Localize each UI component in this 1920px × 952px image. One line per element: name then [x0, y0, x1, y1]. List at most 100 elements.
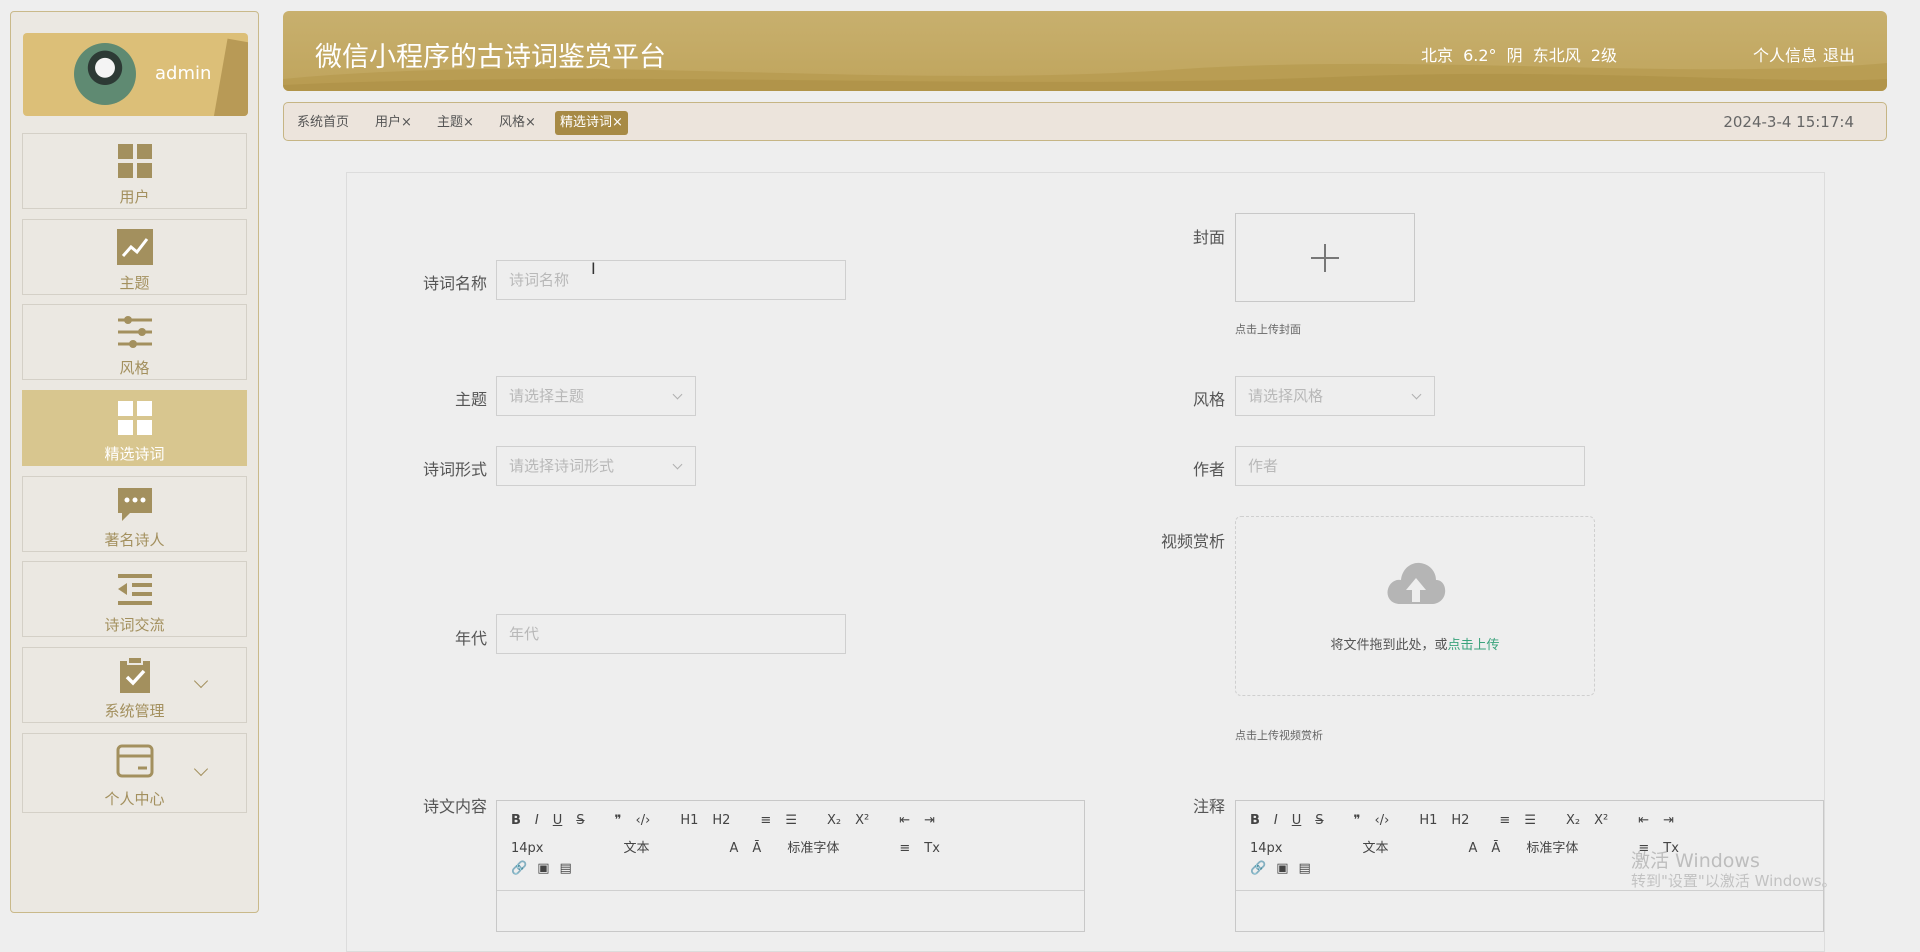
style-select-placeholder: 请选择风格: [1248, 387, 1324, 405]
font-color-button[interactable]: A: [730, 841, 739, 856]
cover-hint: 点击上传封面: [1235, 323, 1301, 336]
link-button[interactable]: 🔗: [511, 861, 527, 876]
code-button[interactable]: ‹/›: [636, 813, 651, 828]
h2-button[interactable]: H2: [1451, 813, 1469, 828]
theme-select-placeholder: 请选择主题: [509, 387, 585, 405]
era-input[interactable]: 年代: [496, 614, 846, 654]
subscript-button[interactable]: X₂: [827, 813, 841, 828]
outdent-button[interactable]: ⇤: [899, 813, 910, 828]
background-color-button[interactable]: Ā: [752, 841, 761, 856]
bullet-list-button[interactable]: ☰: [1524, 813, 1536, 828]
sidebar-item-style[interactable]: 风格: [22, 304, 247, 380]
cloud-upload-icon: [1387, 562, 1446, 604]
superscript-button[interactable]: X²: [855, 813, 869, 828]
h1-button[interactable]: H1: [1419, 813, 1437, 828]
sidebar-item-poets[interactable]: 著名诗人: [22, 476, 247, 552]
font-size-select[interactable]: 14px: [1250, 841, 1283, 856]
chevron-down-icon: [672, 389, 683, 400]
sidebar-item-label: 风格: [119, 359, 150, 377]
link-button[interactable]: 🔗: [1250, 861, 1266, 876]
video-button[interactable]: ▤: [1298, 861, 1310, 876]
indent-button[interactable]: ⇥: [1663, 813, 1674, 828]
quote-button[interactable]: ❞: [615, 813, 622, 828]
outdent-button[interactable]: ⇤: [1638, 813, 1649, 828]
tab-theme[interactable]: 主题×: [434, 111, 477, 135]
poem-name-label: 诗词名称: [422, 274, 487, 293]
tab-users[interactable]: 用户×: [372, 111, 415, 135]
sidebar-item-personal[interactable]: 个人中心: [22, 733, 247, 813]
trend-chart-icon: [116, 229, 153, 265]
bullet-list-button[interactable]: ☰: [785, 813, 797, 828]
h1-button[interactable]: H1: [680, 813, 698, 828]
font-size-select[interactable]: 14px: [511, 841, 544, 856]
cover-label: 封面: [1192, 228, 1225, 247]
user-card[interactable]: admin: [23, 33, 248, 116]
bold-button[interactable]: B: [1250, 813, 1260, 828]
image-button[interactable]: ▣: [537, 861, 549, 876]
tab-style[interactable]: 风格×: [496, 111, 539, 135]
indent-button[interactable]: ⇥: [924, 813, 935, 828]
theme-select[interactable]: 请选择主题: [496, 376, 696, 416]
h2-button[interactable]: H2: [712, 813, 730, 828]
decorative-flap: [212, 38, 248, 116]
profile-link[interactable]: 个人信息: [1753, 46, 1817, 65]
image-button[interactable]: ▣: [1276, 861, 1288, 876]
era-label: 年代: [454, 629, 487, 648]
strike-button[interactable]: S: [576, 813, 584, 828]
chevron-down-icon[interactable]: [193, 673, 209, 689]
dropzone-text: 将文件拖到此处，或点击上传: [1236, 634, 1594, 653]
poem-form-select[interactable]: 请选择诗词形式: [496, 446, 696, 486]
chevron-down-icon: [672, 459, 683, 470]
sidebar-item-featured-poems[interactable]: 精选诗词: [22, 390, 247, 466]
code-button[interactable]: ‹/›: [1375, 813, 1390, 828]
cover-upload[interactable]: [1235, 213, 1415, 302]
logout-link[interactable]: 退出: [1823, 46, 1855, 65]
italic-button[interactable]: I: [535, 813, 539, 828]
tab-featured-poems[interactable]: 精选诗词×: [555, 111, 628, 135]
superscript-button[interactable]: X²: [1594, 813, 1608, 828]
app-header: 微信小程序的古诗词鉴赏平台 北京 6.2° 阴 东北风 2级 个人信息 退出: [283, 11, 1887, 91]
poem-name-input[interactable]: 诗词名称: [496, 260, 846, 300]
toolbar-row-styles: 14px 文本 A Ā 标准字体 ≡ Tx: [511, 837, 954, 856]
ordered-list-button[interactable]: ≡: [760, 813, 771, 828]
font-family-select[interactable]: 标准字体: [1526, 837, 1578, 856]
quote-button[interactable]: ❞: [1354, 813, 1361, 828]
notes-label: 注释: [1192, 797, 1225, 816]
author-input[interactable]: 作者: [1235, 446, 1585, 486]
background-color-button[interactable]: Ā: [1491, 841, 1500, 856]
click-upload-link[interactable]: 点击上传: [1448, 638, 1500, 653]
sidebar-item-theme[interactable]: 主题: [22, 219, 247, 295]
poem-form-select-placeholder: 请选择诗词形式: [509, 457, 615, 475]
style-label: 风格: [1192, 390, 1225, 409]
avatar[interactable]: [74, 43, 136, 105]
tab-home[interactable]: 系统首页: [294, 111, 352, 135]
subscript-button[interactable]: X₂: [1566, 813, 1580, 828]
underline-button[interactable]: U: [553, 813, 563, 828]
align-button[interactable]: ≡: [899, 841, 910, 856]
text-format-select[interactable]: 文本: [624, 837, 650, 856]
content-editor[interactable]: B I U S ❞ ‹/› H1 H2 ≡ ☰ X₂ X² ⇤ ⇥ 14px 文本 A Ā 标准字体 ≡ Tx 🔗 ▣ ▤: [496, 800, 1085, 932]
sidebar-item-users[interactable]: 用户: [22, 133, 247, 209]
video-button[interactable]: ▤: [559, 861, 571, 876]
font-color-button[interactable]: A: [1469, 841, 1478, 856]
video-dropzone[interactable]: 将文件拖到此处，或点击上传: [1235, 516, 1595, 696]
video-hint: 点击上传视频赏析: [1235, 729, 1323, 742]
text-format-select[interactable]: 文本: [1363, 837, 1389, 856]
clear-format-button[interactable]: Tx: [924, 841, 940, 856]
style-select[interactable]: 请选择风格: [1235, 376, 1435, 416]
toolbar-row-styles: 14px 文本 A Ā 标准字体 ≡ Tx: [1250, 837, 1693, 856]
sidebar-item-system[interactable]: 系统管理: [22, 647, 247, 723]
ordered-list-button[interactable]: ≡: [1499, 813, 1510, 828]
sidebar-item-exchange[interactable]: 诗词交流: [22, 561, 247, 637]
italic-button[interactable]: I: [1274, 813, 1278, 828]
font-family-select[interactable]: 标准字体: [787, 837, 839, 856]
toolbar-row-insert: 🔗 ▣ ▤: [511, 861, 586, 879]
card-icon: [116, 744, 153, 778]
bold-button[interactable]: B: [511, 813, 521, 828]
chevron-down-icon[interactable]: [193, 761, 209, 777]
clock: 2024-3-4 15:17:4: [1723, 113, 1854, 131]
strike-button[interactable]: S: [1315, 813, 1323, 828]
underline-button[interactable]: U: [1292, 813, 1302, 828]
sidebar-item-label: 著名诗人: [104, 531, 165, 549]
windows-activation-watermark: 激活 Windows: [1631, 850, 1760, 872]
